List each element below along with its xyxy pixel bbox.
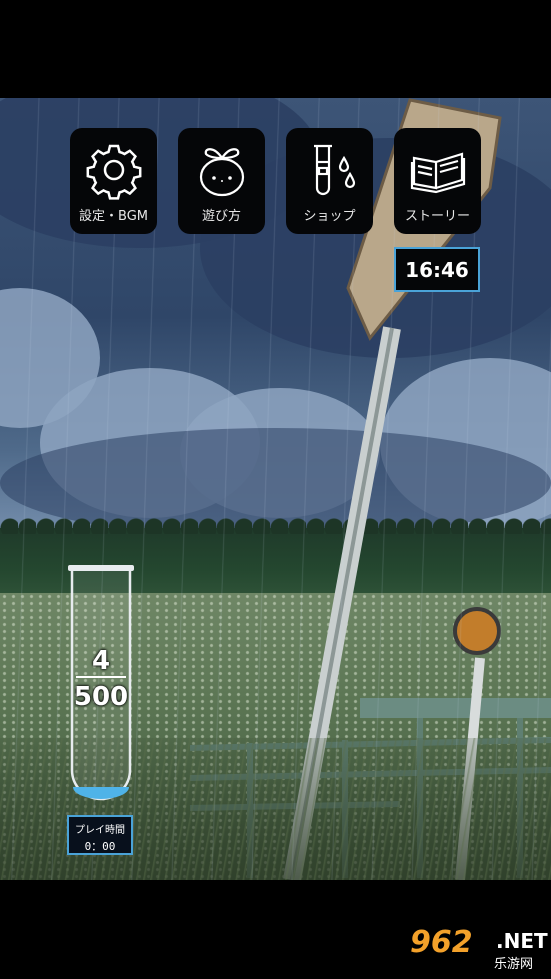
gear-icon — [86, 144, 141, 200]
test-tube-drops-icon — [313, 144, 355, 196]
sprout-face-icon — [199, 148, 244, 197]
goal-count: 500 — [73, 682, 129, 712]
current-count: 4 — [91, 646, 111, 676]
play-time-label: プレイ時間 — [75, 825, 125, 836]
shop-button[interactable]: ショップ — [286, 128, 373, 234]
open-book-icon — [410, 152, 465, 194]
watermark-number: 962 — [410, 925, 473, 960]
story-label: ストーリー — [404, 209, 470, 224]
site-watermark: 962 .NET 乐游网 — [410, 925, 548, 972]
story-button[interactable]: ストーリー — [394, 128, 481, 234]
watermark-subtitle: 乐游网 — [494, 957, 534, 972]
watermark-suffix: .NET — [496, 929, 548, 953]
play-time-value: 0：00 — [84, 840, 116, 853]
settings-bgm-label: 設定・BGM — [79, 209, 148, 224]
shop-label: ショップ — [303, 209, 356, 224]
how-to-play-label: 遊び方 — [201, 209, 241, 224]
play-time-panel: プレイ時間 0：00 — [67, 815, 133, 855]
clock-time: 16:46 — [405, 257, 469, 282]
how-to-play-button[interactable]: 遊び方 — [178, 128, 265, 234]
tube-liquid — [73, 787, 129, 799]
clock-display: 16:46 — [394, 247, 480, 292]
settings-bgm-button[interactable]: 設定・BGM — [70, 128, 157, 234]
